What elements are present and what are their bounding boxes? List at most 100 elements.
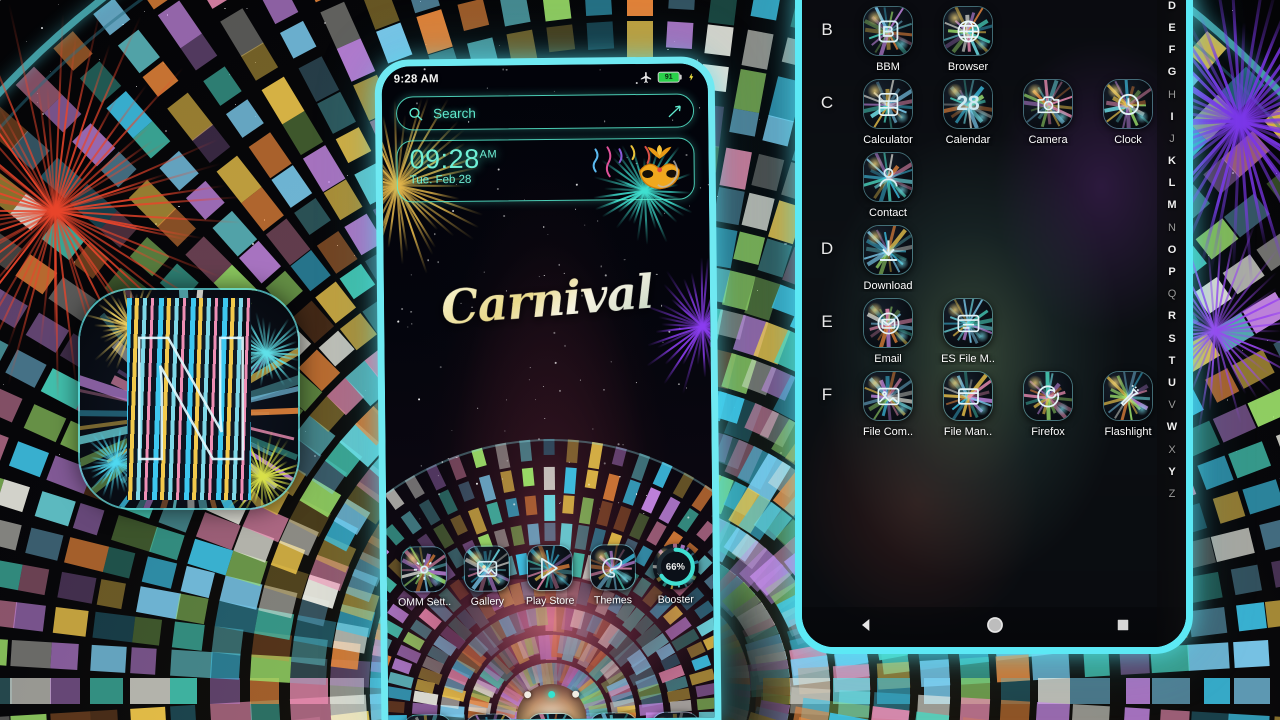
dock-messages-icon[interactable]	[464, 713, 515, 720]
index-letter-T[interactable]: T	[1169, 350, 1176, 372]
app-label: Themes	[593, 594, 632, 607]
index-letter-M[interactable]: M	[1167, 195, 1176, 217]
drawer-app-file-com[interactable]: File Com..	[848, 365, 928, 438]
contacts-icon[interactable]	[863, 152, 913, 202]
gallery-icon[interactable]	[463, 545, 511, 592]
index-letter-G[interactable]: G	[1168, 62, 1177, 84]
drawer-app-browser[interactable]: Browser	[928, 0, 1008, 73]
drawer-app-file-man[interactable]: File Man..	[928, 365, 1008, 438]
dock-globe-icon[interactable]	[650, 711, 701, 720]
email-icon[interactable]	[863, 298, 913, 348]
carnival-mask-icon	[587, 144, 681, 196]
drawer-app-calculator[interactable]: Calculator	[848, 73, 928, 146]
dock-contacts-icon[interactable]	[588, 712, 639, 720]
file-manager-icon[interactable]	[943, 371, 993, 421]
dock-phone-icon[interactable]	[402, 714, 453, 720]
index-letter-V[interactable]: V	[1168, 395, 1175, 417]
bbm-icon[interactable]	[863, 6, 913, 56]
es-file-manager-icon[interactable]	[943, 298, 993, 348]
charging-bolt-icon	[689, 73, 694, 80]
drawer-app-label: Camera	[1028, 134, 1068, 146]
drawer-app-label: Browser	[947, 61, 989, 73]
camera-icon[interactable]	[1023, 79, 1073, 129]
drawer-app-bbm[interactable]: BBM	[848, 0, 928, 73]
search-bar[interactable]: Search	[395, 93, 695, 131]
alphabet-index[interactable]: CDEFGHIJKLMNOPQRSTUVWXYZ	[1157, 0, 1186, 647]
app-label: Play Store	[525, 594, 575, 608]
drawer-app-label: ES File M..	[941, 353, 995, 365]
drawer-app-calendar[interactable]: 28 Calendar	[928, 73, 1008, 146]
settings-icon[interactable]	[401, 546, 448, 593]
clock-widget[interactable]: 09:28AM Tue. Feb 28	[396, 137, 695, 203]
index-letter-P[interactable]: P	[1168, 261, 1175, 283]
calculator-icon[interactable]	[863, 79, 913, 129]
drawer-app-camera[interactable]: Camera	[1008, 73, 1088, 146]
drawer-app-label: Firefox	[1031, 426, 1065, 438]
index-letter-S[interactable]: S	[1168, 328, 1175, 350]
drawer-app-clock[interactable]: Clock	[1088, 73, 1168, 146]
home-app-play-store[interactable]: Play Store	[520, 544, 581, 608]
globe-icon[interactable]	[943, 6, 993, 56]
index-letter-Z[interactable]: Z	[1169, 483, 1176, 505]
section-letter: C	[820, 93, 834, 112]
index-letter-U[interactable]: U	[1168, 372, 1176, 394]
calendar-icon[interactable]: 28	[943, 79, 993, 129]
drawer-app-es-file-m[interactable]: ES File M..	[928, 292, 1008, 365]
drawer-app-label: Clock	[1114, 134, 1142, 146]
index-letter-W[interactable]: W	[1167, 417, 1177, 439]
index-letter-D[interactable]: D	[1168, 0, 1176, 17]
download-icon[interactable]	[863, 225, 913, 275]
index-letter-F[interactable]: F	[1169, 40, 1176, 62]
index-letter-H[interactable]: H	[1168, 84, 1176, 106]
home-app-booster[interactable]: 66% Booster	[645, 543, 706, 606]
dock-app-drawer-icon[interactable]	[526, 712, 577, 720]
themes-icon[interactable]	[589, 544, 636, 591]
flashlight-icon[interactable]	[1103, 371, 1153, 421]
index-letter-Y[interactable]: Y	[1168, 461, 1175, 483]
index-letter-K[interactable]: K	[1168, 151, 1176, 173]
play-store-icon[interactable]	[526, 544, 574, 592]
page-dot-2[interactable]	[547, 690, 555, 699]
recents-square-icon[interactable]	[1116, 618, 1130, 637]
page-dot-3[interactable]	[571, 690, 579, 698]
clock-icon[interactable]	[1103, 79, 1153, 129]
phone-home-screen: 9:28 AM 91 Search 09:28AM Tue. Feb 28 Ca…	[374, 56, 722, 720]
drawer-app-flashlight[interactable]: Flashlight	[1088, 365, 1168, 438]
home-app-gallery[interactable]: Gallery	[457, 545, 518, 608]
page-dot-1[interactable]	[523, 691, 531, 699]
index-letter-Q[interactable]: Q	[1168, 284, 1177, 306]
section-letter	[806, 146, 848, 166]
drawer-section: Contact	[806, 146, 1186, 219]
file-commander-icon[interactable]	[863, 371, 913, 421]
index-letter-X[interactable]: X	[1168, 439, 1175, 461]
drawer-section-D: D Download	[806, 219, 1186, 292]
clock-meridiem: AM	[479, 148, 498, 161]
firefox-icon[interactable]	[1023, 371, 1073, 421]
index-letter-I[interactable]: I	[1170, 106, 1173, 128]
home-app-omm-sett[interactable]: OMM Sett..	[394, 546, 455, 609]
drawer-app-label: Flashlight	[1104, 426, 1152, 438]
section-letter: F	[821, 385, 833, 404]
theme-icon-badge[interactable]: N	[78, 288, 300, 510]
section-letter: B	[821, 20, 833, 39]
drawer-app-email[interactable]: Email	[848, 292, 928, 365]
index-letter-E[interactable]: E	[1168, 17, 1175, 39]
back-triangle-icon[interactable]	[858, 617, 874, 638]
drawer-app-firefox[interactable]: Firefox	[1008, 365, 1088, 438]
index-letter-J[interactable]: J	[1169, 128, 1175, 150]
navigation-bar	[802, 607, 1186, 647]
booster-ring-icon[interactable]: 66%	[652, 543, 699, 590]
index-letter-O[interactable]: O	[1168, 239, 1177, 261]
drawer-app-download[interactable]: Download	[848, 219, 928, 292]
home-circle-icon[interactable]	[985, 615, 1005, 640]
drawer-app-label: Calculator	[863, 134, 913, 146]
voice-search-icon[interactable]	[666, 102, 683, 119]
drawer-app-contact[interactable]: Contact	[848, 146, 928, 219]
app-drawer-list[interactable]: AmazonB BBM BrowserC Calculator28 Calend…	[802, 0, 1186, 647]
index-letter-N[interactable]: N	[1168, 217, 1176, 239]
section-letter: E	[821, 312, 833, 331]
index-letter-L[interactable]: L	[1169, 173, 1176, 195]
index-letter-R[interactable]: R	[1168, 306, 1176, 328]
status-bar: 9:28 AM 91	[382, 63, 708, 92]
home-app-themes[interactable]: Themes	[582, 544, 643, 607]
